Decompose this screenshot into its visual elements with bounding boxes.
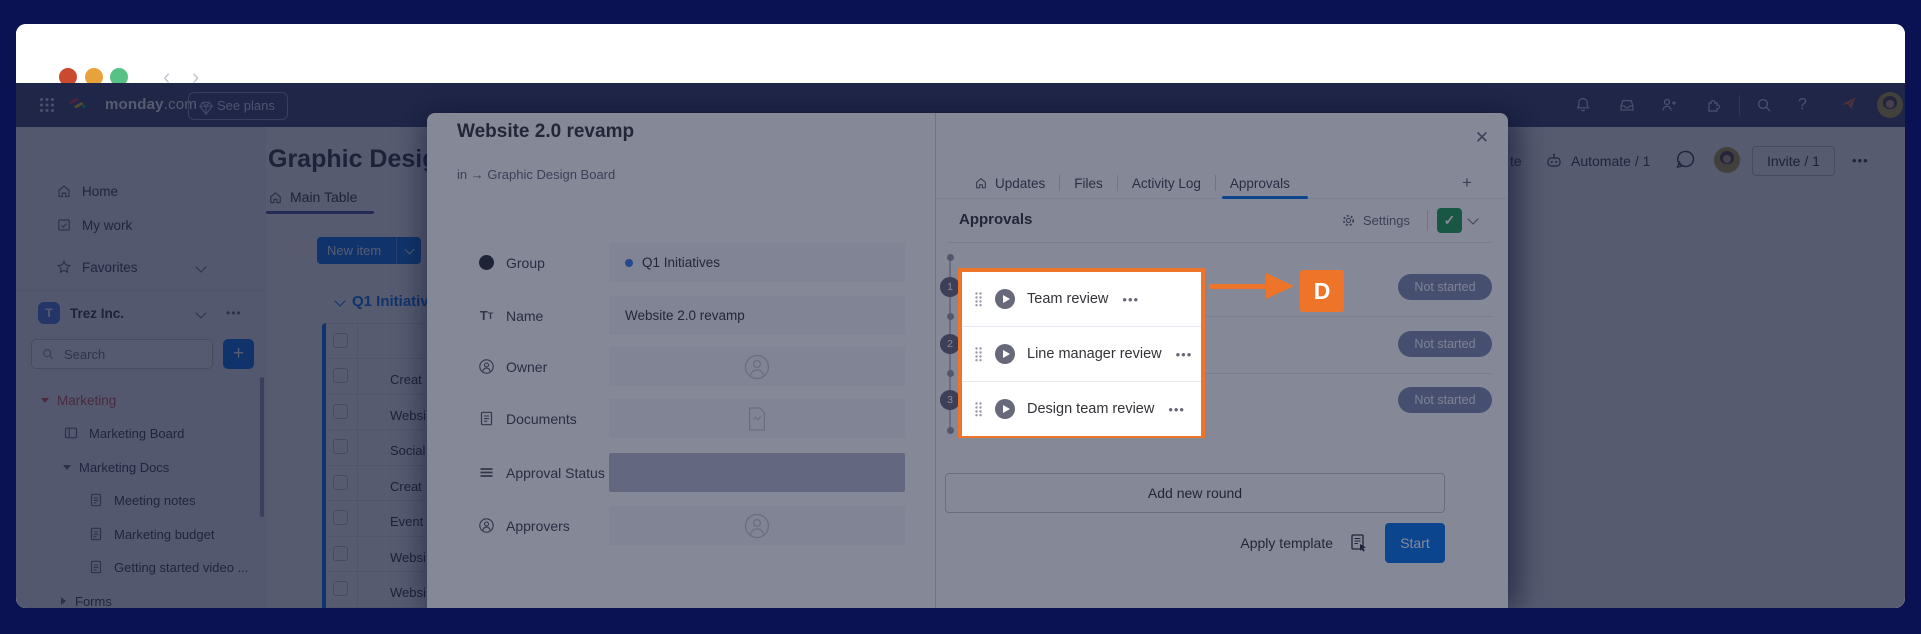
annotation-arrow [1209,284,1269,289]
approval-round-row[interactable]: Design team review ••• [962,381,1201,436]
play-icon[interactable] [995,289,1015,309]
round-name[interactable]: Line manager review [1027,346,1162,362]
round-menu-icon[interactable]: ••• [1168,402,1185,417]
window-titlebar: ‹ › [16,24,1905,83]
screenshot-stage: ‹ › monday.com See plans [0,0,1921,634]
drag-handle-icon[interactable] [974,291,983,307]
round-menu-icon[interactable]: ••• [1176,347,1193,362]
approval-round-row[interactable]: Team review ••• [962,272,1201,326]
round-name[interactable]: Design team review [1027,401,1154,417]
approval-round-row[interactable]: Line manager review ••• [962,326,1201,381]
annotation-label-d: D [1300,270,1344,312]
drag-handle-icon[interactable] [974,346,983,362]
round-name[interactable]: Team review [1027,291,1108,307]
drag-handle-icon[interactable] [974,401,983,417]
play-icon[interactable] [995,344,1015,364]
highlight-box-rounds: Team review ••• Line manager review ••• … [958,268,1205,438]
play-icon[interactable] [995,399,1015,419]
app-content: monday.com See plans ? Home [16,83,1905,608]
annotation-arrow-head [1266,273,1294,299]
browser-window: ‹ › monday.com See plans [16,24,1905,608]
round-menu-icon[interactable]: ••• [1122,292,1139,307]
